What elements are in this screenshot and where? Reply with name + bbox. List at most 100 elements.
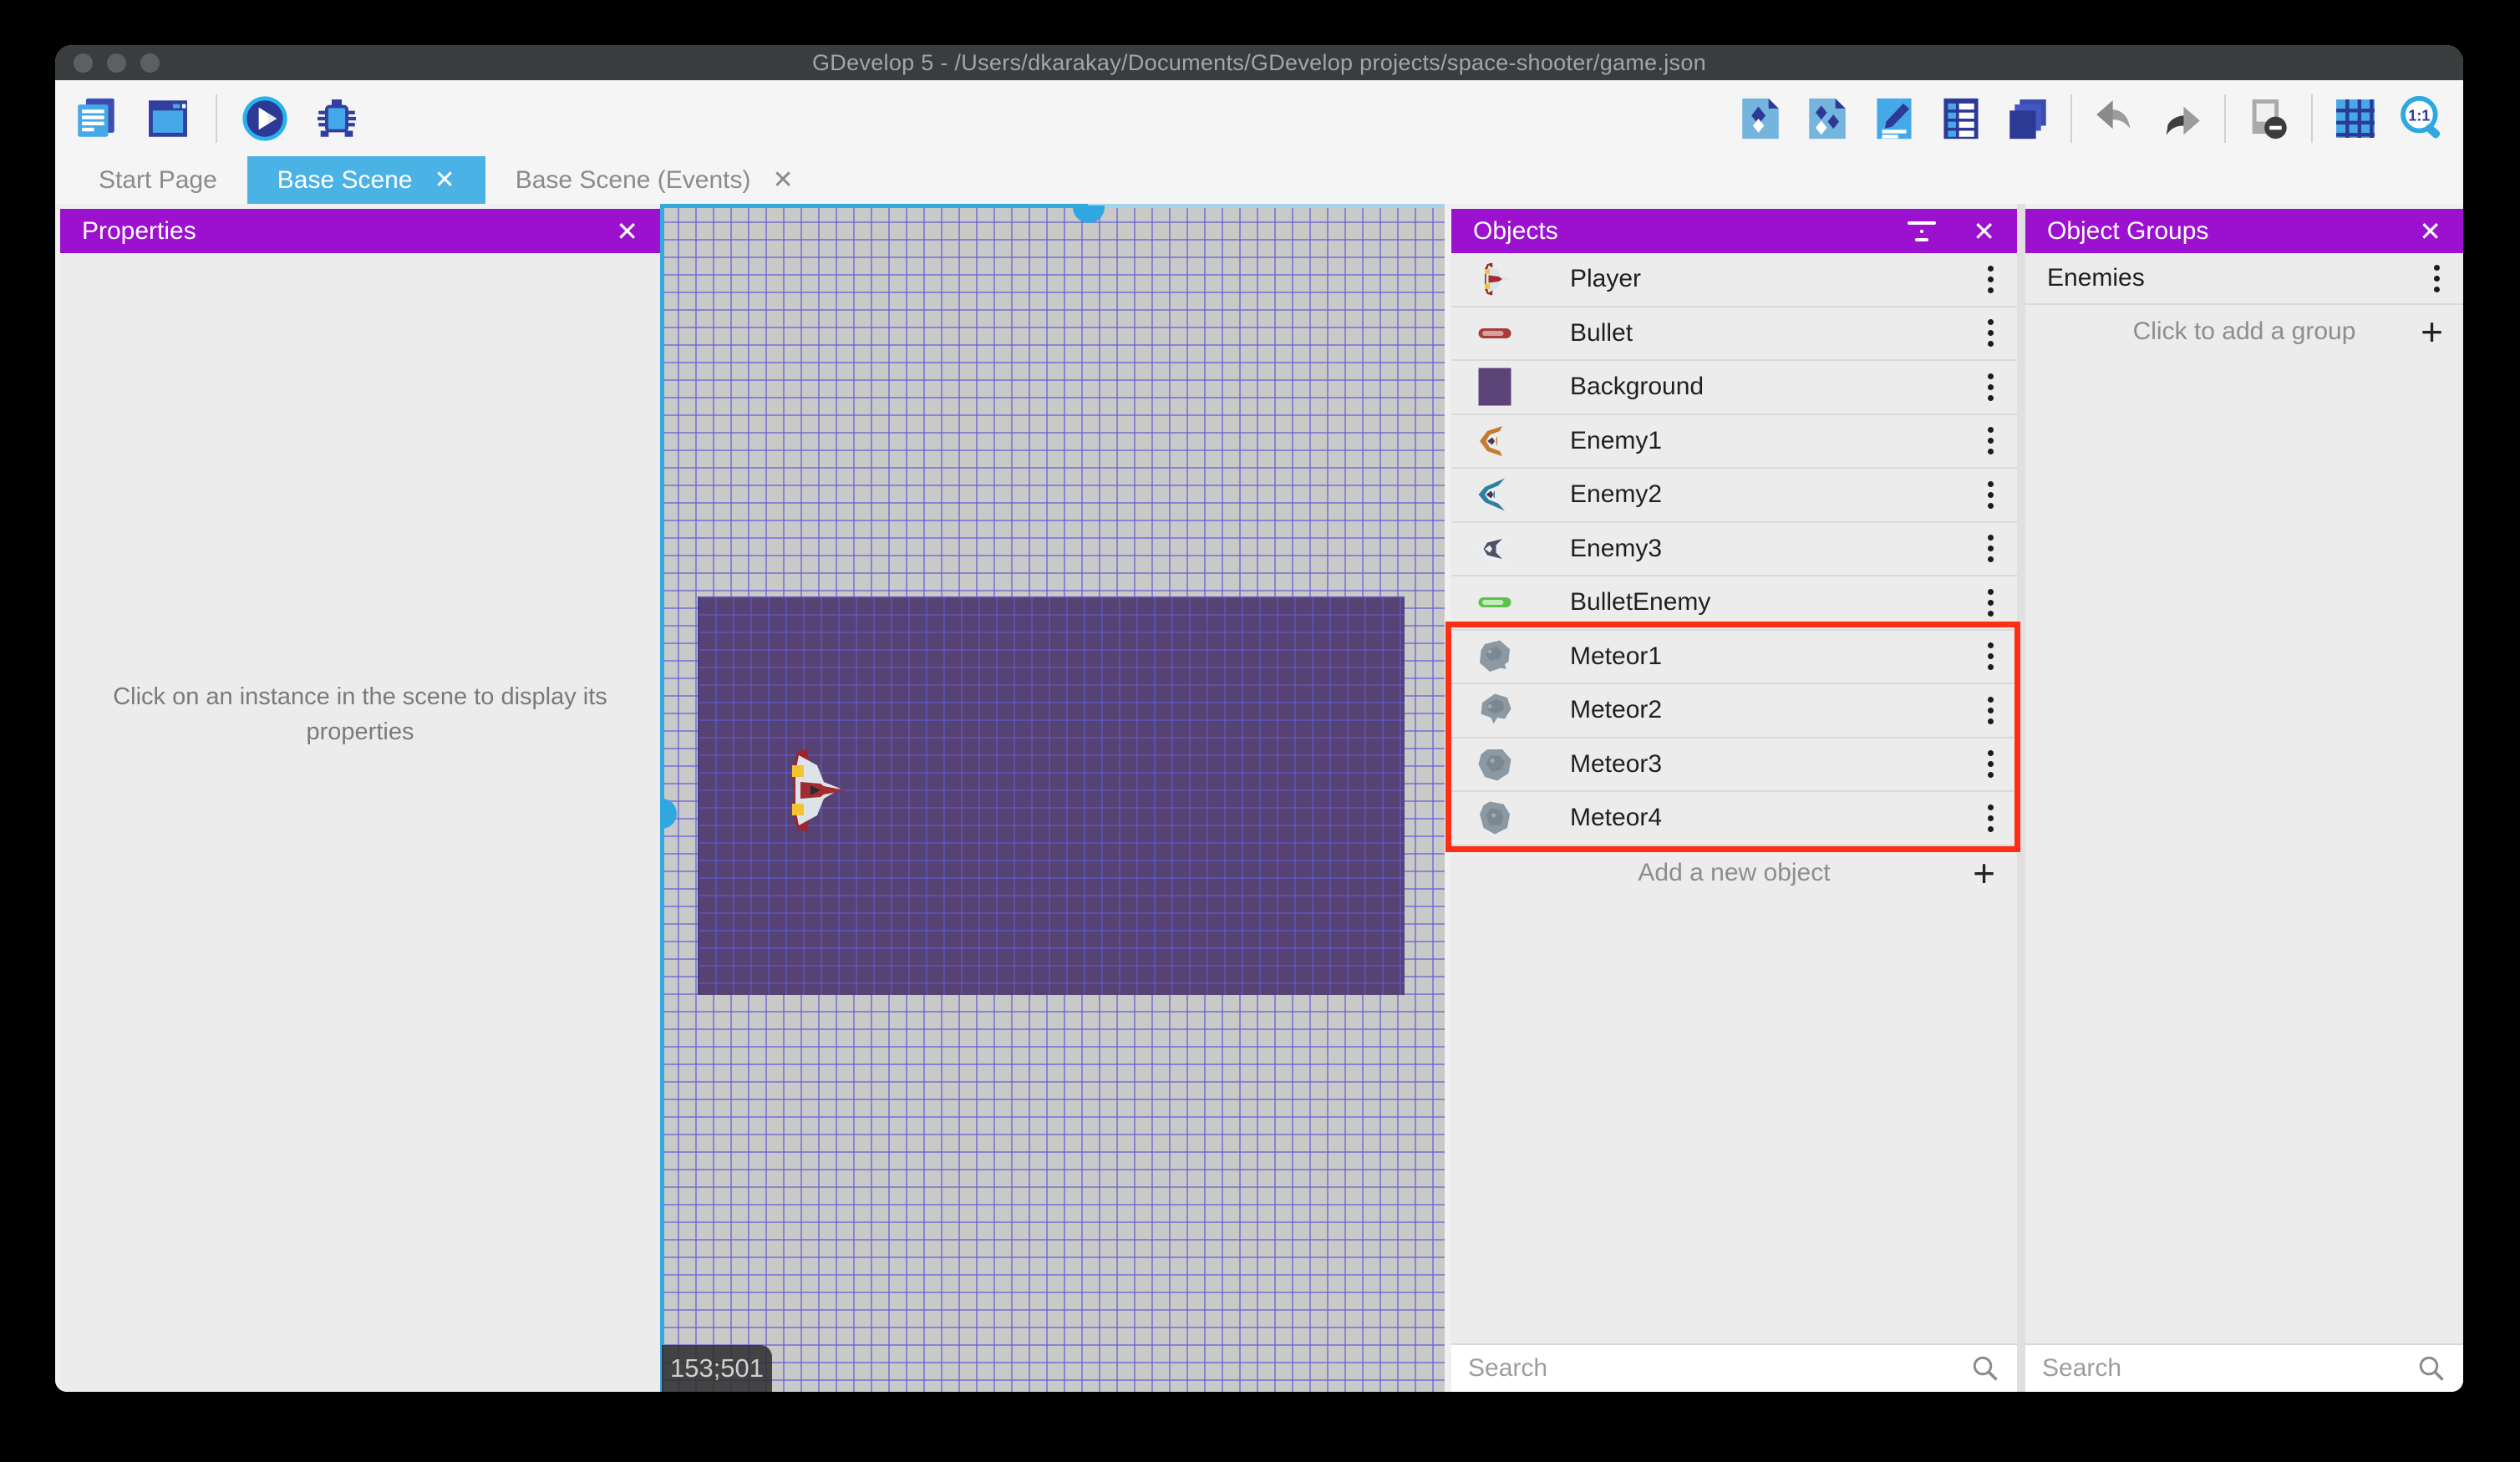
search-icon: [2419, 1356, 2444, 1381]
show-objects-panel-icon[interactable]: [1736, 94, 1785, 143]
object-row-meteor4[interactable]: Meteor4: [1451, 792, 2017, 846]
close-objects-panel-icon[interactable]: ✕: [1973, 216, 1995, 247]
properties-panel-header: Properties ✕: [60, 209, 660, 253]
object-row-meteor3[interactable]: Meteor3: [1451, 739, 2017, 792]
object-groups-panel-header: Object Groups ✕: [2025, 209, 2463, 253]
start-page-window-icon[interactable]: [144, 94, 192, 143]
toggle-mask-icon[interactable]: [2244, 94, 2293, 143]
object-row-enemy1[interactable]: Enemy1: [1451, 415, 2017, 469]
play-preview-button[interactable]: [241, 94, 289, 143]
selection-handle-left[interactable]: [660, 799, 677, 829]
object-row-player[interactable]: Player: [1451, 253, 2017, 307]
toolbar-divider: [2224, 94, 2226, 143]
object-menu-icon[interactable]: [1983, 476, 1999, 514]
object-menu-icon[interactable]: [1983, 368, 1999, 406]
meteor4-object-icon: [1475, 798, 1515, 838]
title-bar: GDevelop 5 - /Users/dkarakay/Documents/G…: [55, 45, 2463, 80]
search-icon: [1973, 1356, 1998, 1381]
object-menu-icon[interactable]: [1983, 584, 1999, 622]
object-row-meteor1[interactable]: Meteor1: [1451, 631, 2017, 684]
groups-search-bar: [2025, 1343, 2463, 1392]
tab-bar: Start Page Base Scene ✕ Base Scene (Even…: [55, 156, 824, 204]
zoom-ratio-label: 1:1: [2408, 107, 2430, 124]
tab-base-scene-events[interactable]: Base Scene (Events) ✕: [485, 156, 824, 204]
selection-outline-top-light: [1088, 204, 1445, 208]
object-menu-icon[interactable]: [1983, 745, 1999, 783]
close-properties-panel-icon[interactable]: ✕: [616, 216, 638, 247]
add-group-plus-icon[interactable]: +: [2421, 312, 2443, 351]
object-row-meteor2[interactable]: Meteor2: [1451, 684, 2017, 739]
objects-search-input[interactable]: [1468, 1354, 1970, 1383]
enemy3-object-icon: [1475, 529, 1515, 569]
objects-panel: Player Bullet Background Enemy1 Enemy2 E…: [1451, 253, 2017, 1392]
add-group-label: Click to add a group: [2132, 317, 2356, 345]
selection-outline-top: [660, 204, 1088, 208]
zoom-1-1-icon[interactable]: 1:1: [2398, 94, 2446, 143]
bulletenemy-object-icon: [1475, 582, 1515, 622]
object-menu-icon[interactable]: [1983, 530, 1999, 567]
content-area: Properties ✕ Click on an instance in the…: [55, 204, 2463, 1392]
close-tab-icon[interactable]: ✕: [434, 165, 455, 195]
show-object-groups-panel-icon[interactable]: [1803, 94, 1852, 143]
window-title: GDevelop 5 - /Users/dkarakay/Documents/G…: [812, 49, 1706, 75]
edit-scene-properties-icon[interactable]: [1870, 94, 1918, 143]
object-row-enemy2[interactable]: Enemy2: [1451, 469, 2017, 523]
add-object-row[interactable]: Add a new object +: [1451, 846, 2017, 901]
desktop: GDevelop 5 - /Users/dkarakay/Documents/G…: [0, 0, 2520, 1462]
object-menu-icon[interactable]: [1983, 314, 1999, 352]
properties-panel-title: Properties: [82, 216, 196, 245]
meteor1-object-icon: [1475, 637, 1515, 677]
properties-panel: Click on an instance in the scene to dis…: [60, 253, 660, 1392]
instances-list-icon[interactable]: [1937, 94, 1985, 143]
objects-panel-header: Objects ✕: [1451, 209, 2017, 253]
filter-icon[interactable]: [1908, 221, 1937, 241]
group-menu-icon[interactable]: [2429, 260, 2445, 297]
meteor3-object-icon: [1475, 744, 1515, 784]
add-object-label: Add a new object: [1638, 858, 1831, 886]
layers-icon[interactable]: [2004, 94, 2052, 143]
toggle-grid-icon[interactable]: [2331, 94, 2380, 143]
maximize-window-button[interactable]: [140, 53, 160, 73]
group-row-enemies[interactable]: Enemies: [2025, 253, 2463, 305]
selection-handle-top[interactable]: [1073, 206, 1105, 223]
tab-base-scene[interactable]: Base Scene ✕: [246, 156, 485, 204]
object-menu-icon[interactable]: [1983, 800, 1999, 837]
properties-empty-message: Click on an instance in the scene to dis…: [113, 683, 607, 746]
player-ship-instance[interactable]: [784, 749, 847, 832]
redo-icon[interactable]: [2157, 94, 2206, 143]
enemy1-object-icon: [1475, 421, 1515, 461]
undo-icon[interactable]: [2091, 94, 2139, 143]
tab-start-page[interactable]: Start Page: [69, 156, 247, 204]
object-menu-icon[interactable]: [1983, 422, 1999, 459]
object-groups-panel: Enemies Click to add a group +: [2025, 253, 2463, 1392]
player-object-icon: [1475, 259, 1515, 299]
object-row-enemy3[interactable]: Enemy3: [1451, 523, 2017, 576]
object-groups-panel-title: Object Groups: [2047, 216, 2209, 245]
groups-search-input[interactable]: [2042, 1354, 2416, 1383]
add-object-plus-icon[interactable]: +: [1973, 854, 1995, 892]
cursor-position-badge: 153;501: [662, 1345, 772, 1392]
enemy2-object-icon: [1475, 475, 1515, 515]
object-row-bulletenemy[interactable]: BulletEnemy: [1451, 576, 2017, 631]
object-row-background[interactable]: Background: [1451, 361, 2017, 415]
gdevelop-window: GDevelop 5 - /Users/dkarakay/Documents/G…: [55, 45, 2463, 1392]
header-zone: 1:1 Start Page Base Scene ✕ Base Scene (…: [55, 80, 2463, 204]
debug-button[interactable]: [312, 94, 361, 143]
object-row-bullet[interactable]: Bullet: [1451, 307, 2017, 361]
scene-editor-canvas[interactable]: 153;501: [660, 204, 1445, 1392]
selection-outline-left: [660, 204, 664, 1392]
panel-divider[interactable]: [2017, 204, 2025, 1392]
object-menu-icon[interactable]: [1983, 637, 1999, 675]
objects-panel-title: Objects: [1473, 216, 1558, 245]
window-controls[interactable]: [74, 45, 160, 80]
minimize-window-button[interactable]: [107, 53, 126, 73]
close-object-groups-panel-icon[interactable]: ✕: [2419, 216, 2441, 247]
object-menu-icon[interactable]: [1983, 261, 1999, 298]
close-tab-icon[interactable]: ✕: [773, 165, 794, 195]
project-manager-icon[interactable]: [72, 94, 120, 143]
add-group-row[interactable]: Click to add a group +: [2025, 305, 2463, 358]
main-toolbar: 1:1: [55, 80, 2463, 156]
object-menu-icon[interactable]: [1983, 692, 1999, 729]
close-window-button[interactable]: [74, 53, 93, 73]
toolbar-divider: [2070, 94, 2072, 143]
